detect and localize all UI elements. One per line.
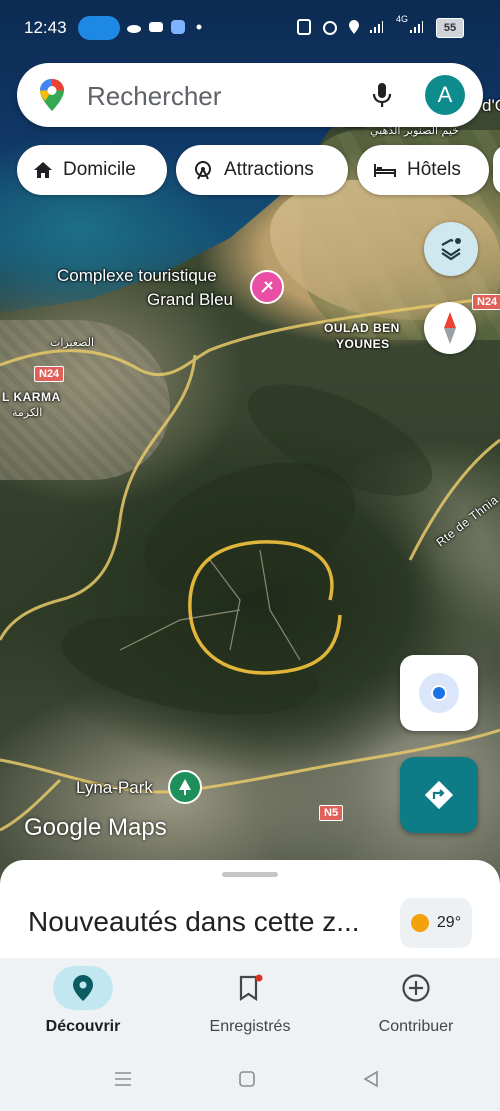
app-icon bbox=[171, 20, 185, 34]
network-type: 4G bbox=[396, 14, 409, 24]
google-maps-logo-icon bbox=[40, 79, 64, 111]
google-maps-watermark: Google Maps bbox=[24, 814, 167, 841]
microphone-icon[interactable] bbox=[369, 81, 395, 109]
back-icon[interactable] bbox=[362, 1070, 380, 1088]
nav-label: Découvrir bbox=[45, 1018, 121, 1035]
map-label-clipped: d'O bbox=[482, 96, 500, 115]
hotspot-icon bbox=[78, 16, 120, 40]
nfc-icon bbox=[297, 19, 311, 35]
nav-decouvrir[interactable]: Découvrir bbox=[13, 958, 153, 1044]
more-notifications-icon bbox=[196, 24, 202, 30]
map-label-poi: Grand Bleu bbox=[147, 290, 233, 309]
park-marker-icon[interactable] bbox=[168, 770, 202, 804]
status-bar: 12:43 4G 55 bbox=[0, 0, 500, 54]
sun-icon bbox=[410, 914, 429, 932]
compass-button[interactable] bbox=[424, 302, 476, 354]
menu-icon[interactable] bbox=[114, 1071, 132, 1087]
alarm-icon bbox=[323, 21, 337, 35]
map-label-park: Lyna-Park bbox=[76, 778, 153, 797]
sheet-drag-handle[interactable] bbox=[222, 872, 278, 877]
chip-label: Attractions bbox=[224, 159, 314, 180]
directions-button[interactable] bbox=[400, 757, 478, 833]
road-badge: N24 bbox=[472, 294, 500, 310]
bed-icon bbox=[374, 164, 396, 177]
map-label-town: OULAD BEN bbox=[324, 321, 400, 335]
beach-icon bbox=[261, 281, 273, 293]
road-badge: N24 bbox=[34, 366, 65, 382]
layers-button[interactable] bbox=[424, 222, 478, 276]
chip-more[interactable] bbox=[493, 145, 500, 195]
cloud-icon bbox=[127, 25, 141, 33]
search-bar[interactable]: Rechercher A bbox=[17, 63, 483, 127]
bookmark-icon bbox=[220, 966, 280, 1010]
hand-drawn-circle bbox=[188, 540, 342, 675]
weather-temp: 29° bbox=[436, 914, 462, 931]
location-icon bbox=[349, 20, 359, 34]
poi-marker-icon[interactable] bbox=[250, 270, 284, 304]
nav-enregistres[interactable]: Enregistrés bbox=[180, 958, 320, 1044]
map-view[interactable]: Complexe touristique Grand Bleu OULAD BE… bbox=[0, 0, 500, 880]
nav-label: Enregistrés bbox=[209, 1018, 291, 1035]
nav-label: Contribuer bbox=[378, 1018, 454, 1035]
sheet-title: Nouveautés dans cette z... bbox=[28, 906, 360, 937]
add-circle-icon bbox=[386, 966, 446, 1010]
bottom-navigation: Découvrir Enregistrés Contribuer bbox=[0, 958, 500, 1044]
map-label-town: YOUNES bbox=[336, 337, 390, 351]
signal-icon bbox=[370, 21, 383, 33]
signal-icon bbox=[410, 21, 423, 33]
layers-icon bbox=[441, 238, 461, 261]
tree-icon bbox=[179, 779, 191, 795]
compass-icon bbox=[444, 312, 456, 344]
home-icon bbox=[34, 162, 52, 178]
directions-icon bbox=[424, 780, 454, 810]
home-square-icon[interactable] bbox=[238, 1070, 256, 1088]
road-badge: N5 bbox=[319, 805, 344, 821]
my-location-button[interactable] bbox=[400, 655, 478, 731]
chip-domicile[interactable]: Domicile bbox=[17, 145, 167, 195]
chip-attractions[interactable]: Attractions bbox=[176, 145, 348, 195]
map-label-town: L KARMA bbox=[2, 390, 61, 404]
weather-chip[interactable]: 29° bbox=[400, 898, 472, 948]
my-location-icon bbox=[419, 673, 459, 713]
battery-icon: 55 bbox=[436, 18, 464, 38]
ferris-wheel-icon bbox=[195, 161, 211, 180]
account-avatar[interactable]: A bbox=[425, 75, 465, 115]
chip-label: Domicile bbox=[63, 159, 136, 180]
chip-label: Hôtels bbox=[407, 159, 461, 180]
youtube-icon bbox=[149, 22, 163, 32]
chip-hotels[interactable]: Hôtels bbox=[357, 145, 489, 195]
map-label-town-ar: الصغيرات bbox=[50, 336, 95, 349]
system-navigation-bar bbox=[0, 1044, 500, 1111]
explore-pin-icon bbox=[53, 966, 113, 1010]
map-label-town-ar: الكرمة bbox=[12, 406, 43, 419]
status-time: 12:43 bbox=[24, 18, 67, 37]
nav-contribuer[interactable]: Contribuer bbox=[346, 958, 486, 1044]
search-input[interactable]: Rechercher bbox=[87, 81, 221, 112]
map-label-poi: Complexe touristique bbox=[57, 266, 217, 285]
